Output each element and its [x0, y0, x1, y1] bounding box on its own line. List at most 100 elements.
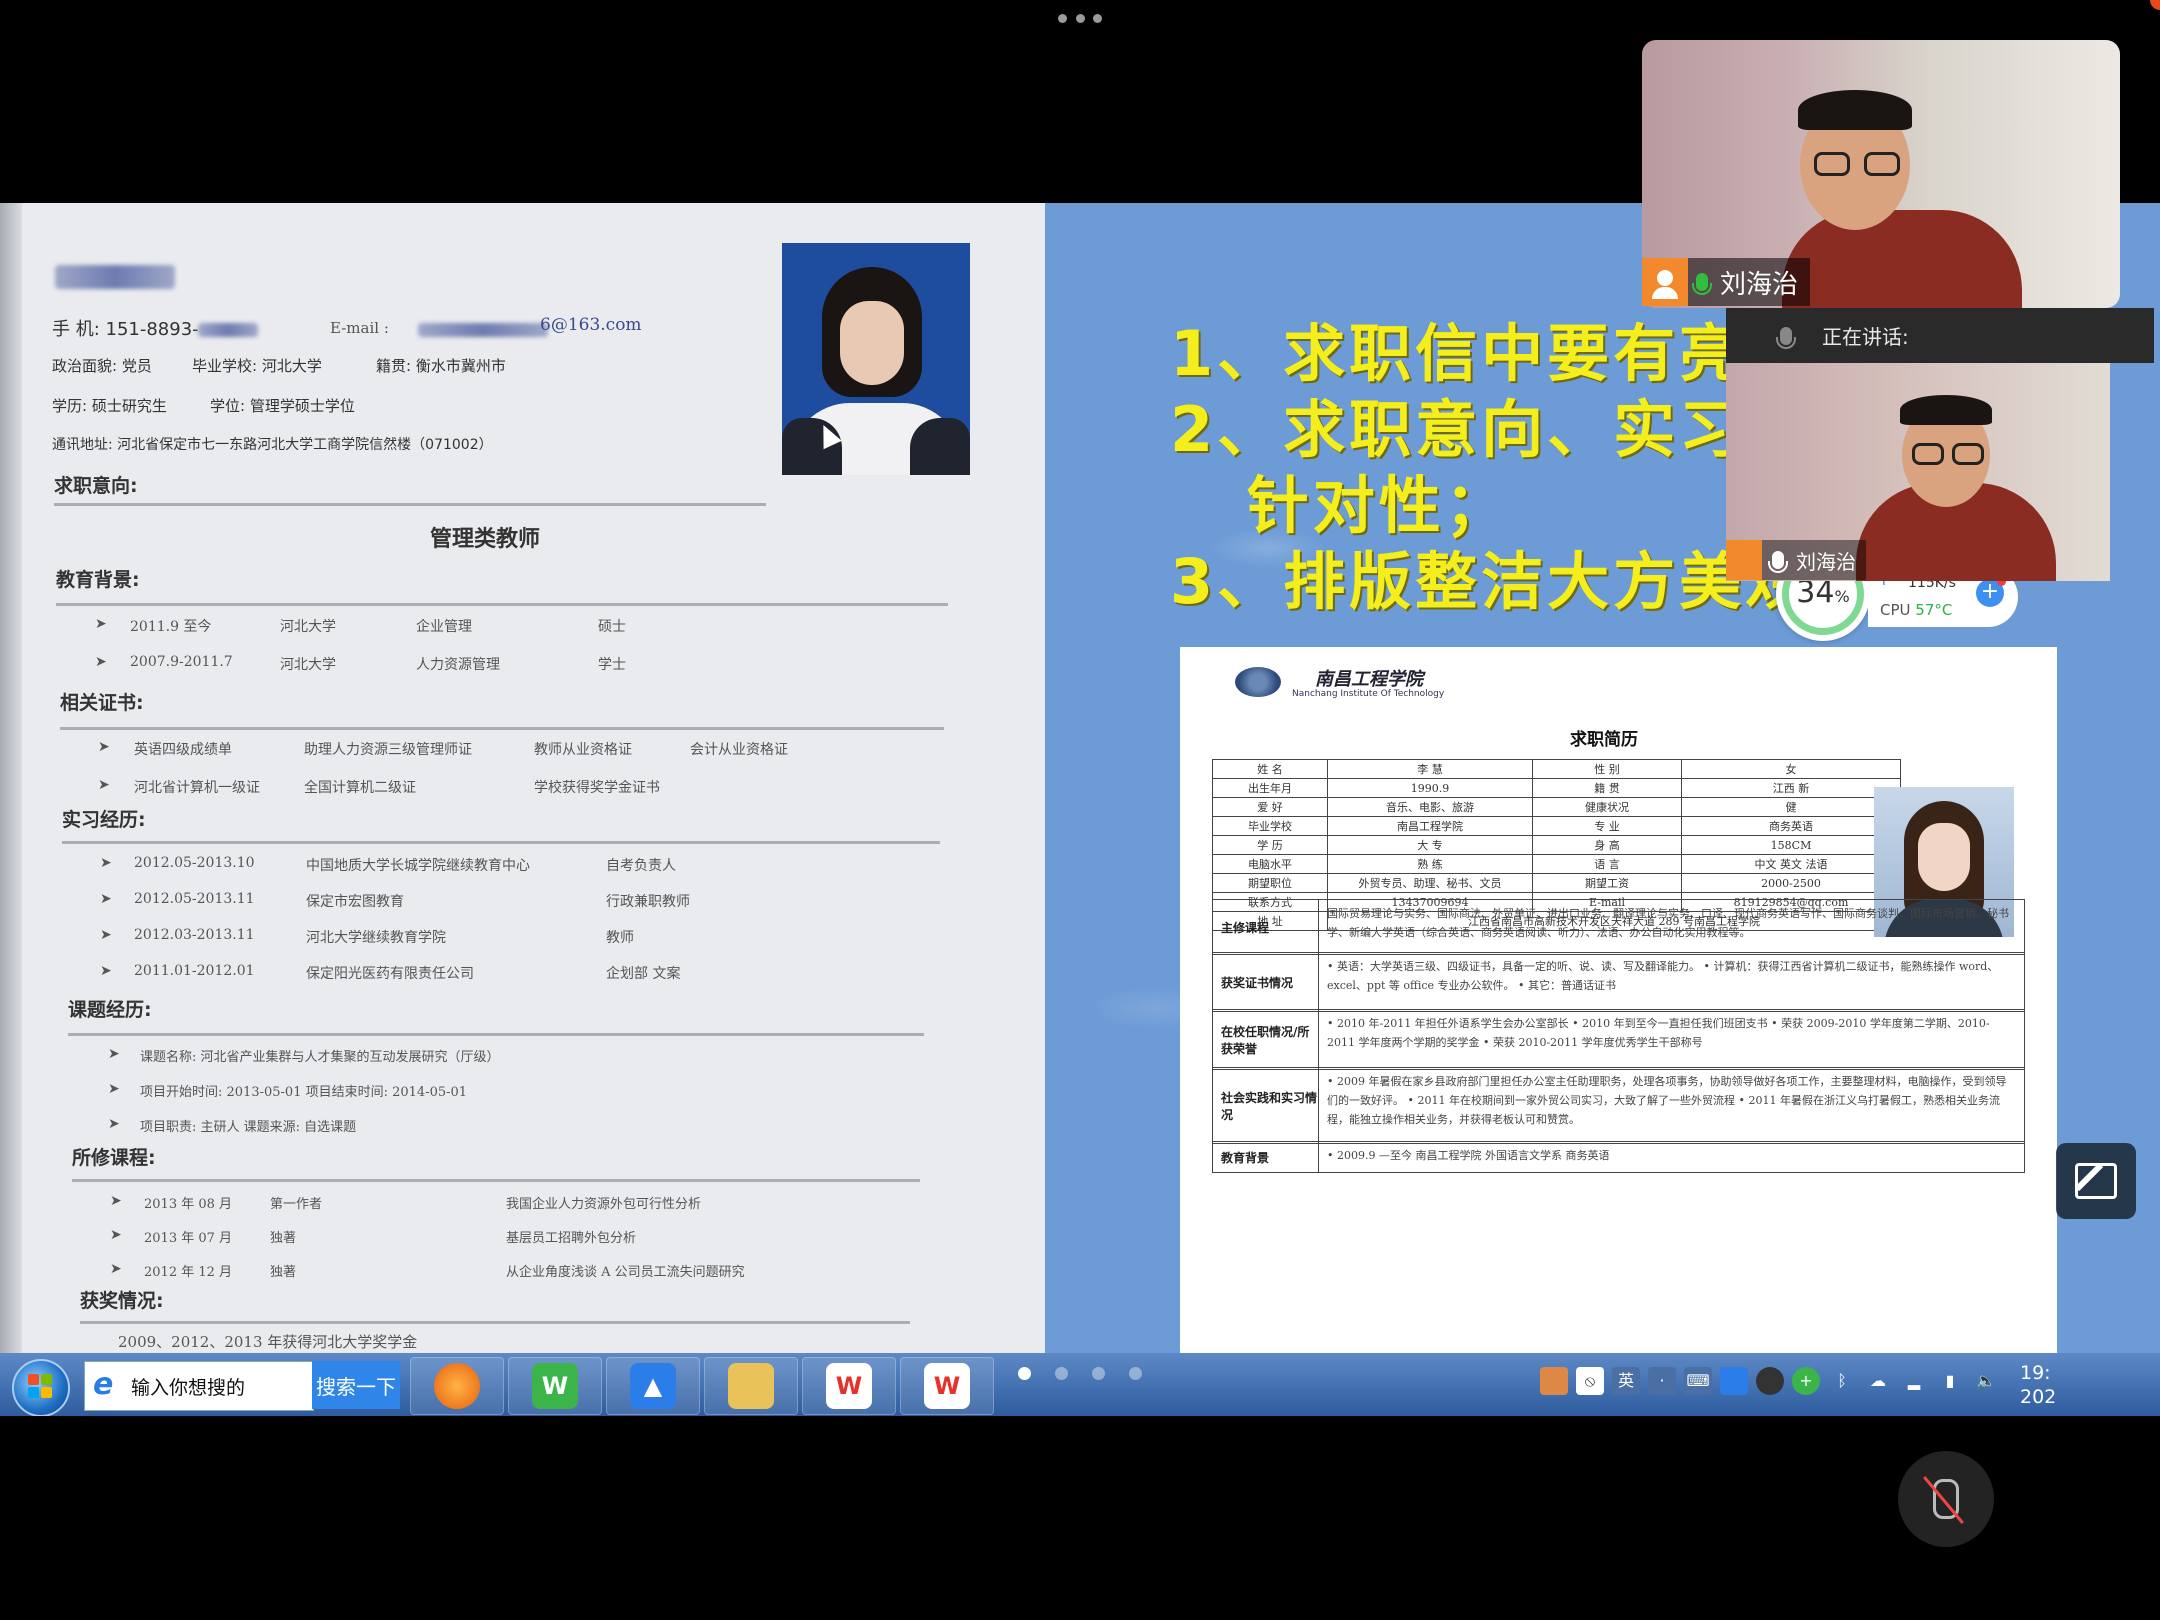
table-row: 出生年月 1990.9 籍 贯江西 新 — [1212, 778, 1901, 798]
section-content: 国际贸易理论与实务、国际商法、外贸单证、进出口业务、翻译理论与实务、口译、现代商… — [1327, 907, 2009, 939]
paper-resume: 手 机: 151-8893- E-mail : 6@163.com 政治面貌: … — [0, 203, 1045, 1353]
mic-icon — [1768, 551, 1788, 573]
intern-cell: 自考负责人 — [606, 858, 676, 874]
folder-icon — [728, 1363, 774, 1409]
pen-icon: W — [532, 1363, 578, 1409]
system-tray[interactable]: ⦸ 英 · ⌨ + ᛒ ☁ ▂ ▮ 🔈 — [1540, 1367, 2000, 1395]
meeting-icon: ▲ — [630, 1363, 676, 1409]
table-cell: 音乐、电影、旅游 — [1327, 797, 1533, 817]
taskbar-app-wps-2[interactable]: W — [900, 1357, 994, 1415]
table-cell: 外贸专员、助理、秘书、文员 — [1327, 873, 1533, 893]
ime-logo-icon[interactable] — [1540, 1367, 1568, 1395]
table-cell: 中文 英文 法语 — [1681, 854, 1901, 874]
resume-title: 求职简历 — [1570, 730, 1638, 750]
cert-cell: 河北省计算机一级证 — [134, 780, 260, 796]
paper-edge — [0, 203, 22, 1353]
table-row: 姓 名李 慧性 别女 — [1212, 759, 1901, 779]
qq-icon[interactable] — [1756, 1367, 1784, 1395]
sample-resume: 南昌工程学院 Nanchang Institute Of Technology … — [1180, 647, 2057, 1353]
project-line: 课题名称: 河北省产业集群与人才集聚的互动发展研究（厅级） — [140, 1050, 500, 1065]
annotate-button[interactable] — [2056, 1143, 2136, 1219]
redacted-name — [55, 265, 175, 289]
address: 通讯地址: 河北省保定市七一东路河北大学工商学院信然楼（071002） — [52, 437, 493, 453]
search-button[interactable]: 搜索一下 — [312, 1361, 400, 1409]
start-button[interactable] — [12, 1359, 70, 1416]
edu-cell: 硕士 — [598, 619, 626, 635]
table-cell: 身 高 — [1532, 835, 1682, 855]
section-label: 主修课程 — [1213, 900, 1319, 954]
section-label: 社会实践和实习情况 — [1213, 1068, 1319, 1143]
volume-icon[interactable]: 🔈 — [1972, 1367, 2000, 1395]
mute-button[interactable] — [1898, 1451, 1994, 1547]
divider — [68, 1033, 924, 1036]
wps-video-icon: W — [924, 1363, 970, 1409]
security-icon[interactable]: + — [1792, 1367, 1820, 1395]
clock-date: 202 — [2020, 1386, 2057, 1408]
clock[interactable]: 19: 202 — [2020, 1361, 2056, 1409]
punct-icon[interactable]: · — [1648, 1367, 1676, 1395]
school: 毕业学校: 河北大学 — [192, 357, 322, 375]
add-icon[interactable]: + — [1976, 577, 2006, 607]
keyboard-icon[interactable]: ⌨ — [1684, 1367, 1712, 1395]
taskbar-app-writer[interactable]: W — [508, 1357, 602, 1415]
table-row: 毕业学校 南昌工程学院专 业商务英语 — [1212, 816, 1901, 836]
resume-section: 获奖证书情况 • 英语：大学英语三级、四级证书，具备一定的听、说、读、写及翻译能力… — [1212, 952, 2025, 1012]
table-cell: 女 — [1681, 759, 1901, 779]
email-suffix: 6@163.com — [540, 315, 642, 335]
taskbar-app-browser[interactable] — [410, 1357, 504, 1415]
taskbar-search-input[interactable]: e 输入你想搜的 — [84, 1361, 314, 1411]
edu-title: 教育背景: — [56, 569, 140, 591]
ime-mode-icon[interactable]: ⦸ — [1576, 1367, 1604, 1395]
degree: 学位: 管理学硕士学位 — [210, 397, 355, 415]
school-logo-icon — [1235, 667, 1281, 697]
clock-time: 19: — [2020, 1362, 2051, 1384]
ime-lang[interactable]: 英 — [1612, 1367, 1640, 1395]
politics: 政治面貌: 党员 — [52, 357, 152, 375]
divider — [72, 1179, 920, 1182]
school-name-en: Nanchang Institute Of Technology — [1292, 689, 1445, 699]
mic-icon — [1692, 273, 1712, 295]
ie-icon: e — [93, 1367, 114, 1402]
divider — [62, 841, 940, 844]
table-cell: 电脑水平 — [1212, 854, 1328, 874]
intern-cell: 2012.03-2013.11 — [134, 927, 255, 943]
divider — [80, 1321, 910, 1324]
meeting-tray-icon[interactable] — [1720, 1367, 1748, 1395]
course-cell: 基层员工招聘外包分析 — [506, 1231, 637, 1246]
cert-cell: 教师从业资格证 — [534, 742, 632, 758]
taskbar-app-explorer[interactable] — [704, 1357, 798, 1415]
network-icon[interactable]: ▂ — [1900, 1367, 1928, 1395]
table-row: 电脑水平熟 练语 言中文 英文 法语 — [1212, 854, 1901, 874]
avatar-icon — [1726, 540, 1762, 580]
cloud-icon[interactable]: ☁ — [1864, 1367, 1892, 1395]
bullet-icon: ➤ — [98, 777, 110, 793]
taskbar-app-meeting[interactable]: ▲ — [606, 1357, 700, 1415]
slide-page-indicator[interactable] — [1018, 1367, 1142, 1380]
bullet-icon: ➤ — [100, 927, 112, 943]
speaker-name: 刘海治 — [1720, 269, 1799, 300]
section-content: • 英语：大学英语三级、四级证书，具备一定的听、说、读、写及翻译能力。 • 计算… — [1327, 960, 1999, 992]
cert-cell: 学校获得奖学金证书 — [534, 780, 660, 796]
email-label: E-mail : — [330, 319, 389, 337]
cpu-temp: 57°C — [1915, 601, 1953, 619]
bullet-icon: ➤ — [110, 1261, 122, 1277]
more-options-icon[interactable] — [1058, 14, 1102, 26]
intern-cell: 行政兼职教师 — [606, 894, 690, 910]
intern-cell: 保定市宏图教育 — [306, 894, 404, 910]
battery-icon[interactable]: ▮ — [1936, 1367, 1964, 1395]
project-line: 项目开始时间: 2013-05-01 项目结束时间: 2014-05-01 — [140, 1085, 468, 1100]
edu-cell: 企业管理 — [416, 619, 472, 635]
course-cell: 2013 年 08 月 — [144, 1197, 233, 1212]
table-cell: 姓 名 — [1212, 759, 1328, 779]
edu-cell: 2007.9-2011.7 — [130, 654, 233, 670]
taskbar-app-wps[interactable]: W — [802, 1357, 896, 1415]
project-title: 课题经历: — [68, 999, 152, 1021]
bullet-icon: ➤ — [110, 1193, 122, 1209]
cert-cell: 会计从业资格证 — [690, 742, 788, 758]
intern-cell: 教师 — [606, 930, 634, 946]
table-cell: 出生年月 — [1212, 778, 1328, 798]
intern-cell: 河北大学继续教育学院 — [306, 930, 446, 946]
speaking-label: 正在讲话: — [1822, 325, 1909, 349]
resume-section: 在校任职情况/所获荣誉 • 2010 年-2011 年担任外语系学生会办公室部长 … — [1212, 1009, 2025, 1070]
bluetooth-icon[interactable]: ᛒ — [1828, 1367, 1856, 1395]
